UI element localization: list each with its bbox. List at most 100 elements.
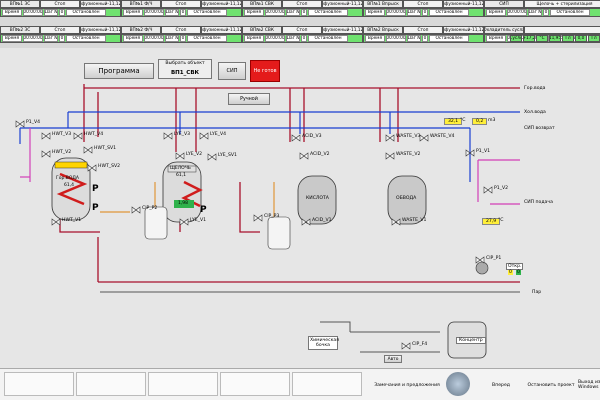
unit-name: ВП№1 СВК bbox=[242, 0, 282, 8]
exit-windows-button[interactable]: Выход из Windows bbox=[578, 376, 600, 394]
valve-hwt-sv2-icon[interactable] bbox=[87, 164, 97, 172]
valve-waste-v2-icon[interactable] bbox=[385, 152, 395, 160]
pump-status: Откр. bbox=[506, 263, 524, 270]
status-field: 0 bbox=[422, 9, 428, 16]
unit-program: Инфузионный-11,12% bbox=[322, 26, 363, 34]
unit-name: Охладитель сусла bbox=[484, 26, 524, 34]
valve-cip-p3-icon[interactable] bbox=[253, 214, 263, 222]
unit-program: Инфузионный-11,12% bbox=[201, 0, 242, 8]
stop-project-button[interactable]: Остановить проект bbox=[524, 376, 578, 394]
status-field: 0 bbox=[301, 35, 307, 42]
valve-acid-v2-icon[interactable] bbox=[299, 152, 309, 160]
tank-hot-water[interactable] bbox=[51, 157, 91, 221]
unit-name: ВП№1 Впрыск bbox=[363, 0, 403, 8]
status-field: Остановлен bbox=[66, 9, 106, 16]
status-field: Шаг № bbox=[286, 9, 300, 16]
line-label-cip-return: СИП возврат bbox=[524, 126, 555, 131]
cooler-value: +17,2 bbox=[523, 35, 535, 42]
status-field: Шаг № bbox=[286, 35, 300, 42]
valve-label: HWT_V3 bbox=[52, 132, 72, 137]
status-field: Время bbox=[244, 9, 264, 16]
valve-hwt-v2-icon[interactable] bbox=[41, 150, 51, 158]
valve-p1-v4-icon[interactable] bbox=[15, 120, 25, 128]
status-field: 00:00:00 bbox=[144, 9, 164, 16]
status-field: 0 bbox=[59, 35, 65, 42]
reading-flow-unit: m3 bbox=[488, 118, 496, 123]
unit-name: СИП bbox=[484, 0, 524, 8]
valve-acid-v3-icon[interactable] bbox=[291, 134, 301, 142]
not-ready-status: Не готов bbox=[250, 60, 280, 82]
status-field: 00:00:00 bbox=[386, 35, 406, 42]
auto-button[interactable]: Авто bbox=[384, 355, 402, 363]
valve-waste-v3-icon[interactable] bbox=[385, 134, 395, 142]
unit-name: ВП№2 СВК bbox=[242, 26, 282, 34]
footer-panel bbox=[148, 372, 218, 396]
lye-concentration: 1,98 bbox=[178, 201, 189, 206]
tank-lye[interactable] bbox=[162, 161, 203, 223]
status-field: Остановлен bbox=[429, 35, 469, 42]
valve-label: LYE_V4 bbox=[210, 132, 227, 137]
unit-stage: Стоп bbox=[40, 26, 80, 34]
cip-pump-icon[interactable] bbox=[475, 261, 489, 275]
svg-text:P: P bbox=[92, 203, 99, 213]
concentrate-label: Концентр bbox=[456, 337, 486, 344]
status-field: Время bbox=[123, 35, 143, 42]
cooler-value: Гл bbox=[588, 35, 600, 42]
tank-level-hot-water: 61,4 bbox=[64, 183, 75, 188]
program-button[interactable]: Программа bbox=[84, 63, 154, 79]
status-field: Остановлен bbox=[550, 9, 590, 16]
valve-cip-f4-icon[interactable] bbox=[401, 342, 411, 350]
status-field: Шаг № bbox=[44, 35, 58, 42]
valve-hwt-v3-icon[interactable] bbox=[41, 132, 51, 140]
line-label-hot-water: Гор.вода bbox=[524, 86, 546, 91]
unit-stage: Стоп bbox=[403, 26, 443, 34]
svg-text:P: P bbox=[92, 184, 99, 194]
valve-p1-v2-icon[interactable] bbox=[483, 186, 493, 194]
unit-stage: Стоп bbox=[161, 26, 201, 34]
clock-dial-icon bbox=[446, 372, 470, 396]
valve-waste-v4-icon[interactable] bbox=[419, 134, 429, 142]
valve-hwt-sv1-icon[interactable] bbox=[83, 146, 93, 154]
status-field: 00:00:00 bbox=[265, 9, 285, 16]
unit-name: ВП№2 ЗС bbox=[0, 26, 40, 34]
valve-cip-p2-icon[interactable] bbox=[131, 206, 141, 214]
valve-hwt-v4-icon[interactable] bbox=[73, 132, 83, 140]
valve-lye-v3-icon[interactable] bbox=[163, 132, 173, 140]
unit-program: Инфузионный-11,12% bbox=[80, 26, 121, 34]
status-field: Шаг № bbox=[528, 9, 542, 16]
status-field: 00:00:00 bbox=[386, 9, 406, 16]
status-field: 00:00:00 bbox=[265, 35, 285, 42]
dosing-tank-lye bbox=[144, 206, 168, 240]
valve-label: LYE_V2 bbox=[186, 152, 203, 157]
status-field: Остановлен bbox=[308, 35, 348, 42]
status-field: Время bbox=[244, 35, 264, 42]
unit-program: Инфузионный-11,12% bbox=[322, 0, 363, 8]
status-field: 0 bbox=[180, 9, 186, 16]
status-field: Остановлен bbox=[429, 9, 469, 16]
unit-name: ВП№2 Впрыск bbox=[363, 26, 403, 34]
cooler-value: °C bbox=[536, 35, 548, 42]
valve-lye-v2-icon[interactable] bbox=[175, 152, 185, 160]
status-field: Шаг № bbox=[407, 9, 421, 16]
dosing-tank-acid bbox=[267, 216, 291, 250]
valve-label: CIP_P1 bbox=[486, 256, 502, 261]
status-field: 0 bbox=[422, 35, 428, 42]
valve-label: WASTE_V2 bbox=[396, 152, 421, 157]
status-field: Остановлен bbox=[187, 35, 227, 42]
valve-hwt-v1-icon[interactable] bbox=[51, 218, 61, 226]
unit-stage: Стоп bbox=[282, 26, 322, 34]
valve-lye-sv1-icon[interactable] bbox=[207, 153, 217, 161]
valve-label: HWT_SV1 bbox=[94, 146, 117, 151]
valve-label: ACID_V1 bbox=[312, 218, 332, 223]
forward-button[interactable]: Вперед bbox=[476, 376, 526, 394]
valve-label: P1_V1 bbox=[476, 149, 491, 154]
status-field: 00:00:00 bbox=[144, 35, 164, 42]
object-selector[interactable]: Выбрать объект ВП1_СВК bbox=[158, 59, 212, 79]
valve-label: WASTE_V3 bbox=[396, 134, 421, 139]
remarks-button[interactable]: Замечания и предложения bbox=[372, 376, 442, 394]
valve-label: LYE_V1 bbox=[190, 218, 207, 223]
hot-water-piping bbox=[59, 84, 520, 283]
chem-barrel-label: Химическая бочка bbox=[308, 336, 340, 350]
valve-label: LYE_V3 bbox=[174, 132, 191, 137]
valve-lye-v4-icon[interactable] bbox=[199, 132, 209, 140]
